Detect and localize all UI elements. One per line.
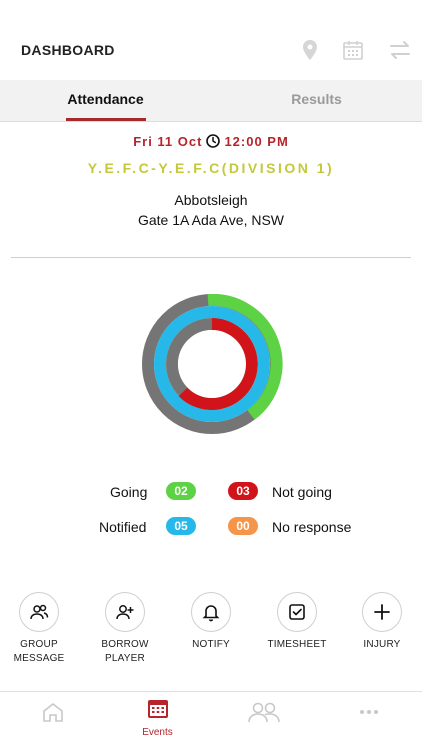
not-going-count-badge[interactable]: 03 <box>228 482 258 500</box>
going-label: Going <box>110 484 148 500</box>
tab-attendance[interactable]: Attendance <box>0 80 211 122</box>
not-going-label: Not going <box>272 484 332 500</box>
nav-home[interactable] <box>0 692 105 750</box>
add-player-icon <box>105 592 145 632</box>
team-icon <box>247 702 280 723</box>
ring-center <box>178 330 246 398</box>
no-response-label: No response <box>272 519 352 535</box>
legend-row-2: Notified 05 00 No response <box>0 517 422 539</box>
injury-button[interactable]: INJURY <box>340 592 422 652</box>
home-icon <box>42 702 63 722</box>
borrow-player-button[interactable]: BORROW PLAYER <box>83 592 167 666</box>
clock-icon <box>206 134 221 148</box>
going-count-badge[interactable]: 02 <box>166 482 196 500</box>
timesheet-label: TIMESHEET <box>267 639 327 650</box>
timesheet-button[interactable]: TIMESHEET <box>255 592 339 652</box>
venue-address: Gate 1A Ada Ave, NSW <box>137 212 285 228</box>
event-datetime: Fri 11 Oct 12:00 PM <box>0 132 422 150</box>
group-message-icon <box>19 592 59 632</box>
tab-bar: Attendance Results <box>0 80 422 122</box>
notified-count-badge[interactable]: 05 <box>166 517 196 535</box>
divider <box>11 257 411 258</box>
group-message-label: GROUP MESSAGE <box>13 639 65 664</box>
action-bar: GROUP MESSAGE BORROW PLAYER NOTIFY TIMES… <box>0 592 422 682</box>
calendar-icon[interactable] <box>341 38 365 62</box>
nav-more[interactable] <box>316 692 421 750</box>
nav-events-label: Events <box>142 727 173 738</box>
notified-label: Notified <box>99 519 147 535</box>
notify-label: NOTIFY <box>192 639 230 650</box>
event-time: 12:00 PM <box>224 133 289 149</box>
group-message-button[interactable]: GROUP MESSAGE <box>0 592 81 666</box>
notify-button[interactable]: NOTIFY <box>169 592 253 652</box>
tab-results[interactable]: Results <box>211 80 422 122</box>
venue-name: Abbotsleigh <box>174 192 248 208</box>
swap-arrows-icon[interactable] <box>388 38 412 62</box>
active-tab-indicator <box>66 118 146 121</box>
no-response-count-badge[interactable]: 00 <box>228 517 258 535</box>
app-header: DASHBOARD <box>0 0 422 80</box>
injury-label: INJURY <box>363 639 401 650</box>
venue: Abbotsleigh Gate 1A Ada Ave, NSW <box>0 190 422 230</box>
bottom-nav: Events <box>0 691 422 750</box>
page-title: DASHBOARD <box>21 42 115 58</box>
events-calendar-icon <box>147 700 168 718</box>
attendance-rings-chart <box>142 294 283 434</box>
borrow-player-label: BORROW PLAYER <box>101 639 149 664</box>
bell-icon <box>191 592 231 632</box>
match-title: Y.E.F.C-Y.E.F.C(DIVISION 1) <box>87 160 335 176</box>
event-info: Fri 11 Oct 12:00 PM Y.E.F.C-Y.E.F.C(DIVI… <box>0 132 422 230</box>
event-date: Fri 11 Oct <box>133 133 203 149</box>
checkbox-icon <box>277 592 317 632</box>
legend-row-1: Going 02 03 Not going <box>0 482 422 504</box>
nav-team[interactable] <box>211 692 316 750</box>
location-pin-icon[interactable] <box>298 38 322 62</box>
plus-icon <box>362 592 402 632</box>
more-icon <box>359 710 378 714</box>
nav-events[interactable]: Events <box>105 692 210 750</box>
